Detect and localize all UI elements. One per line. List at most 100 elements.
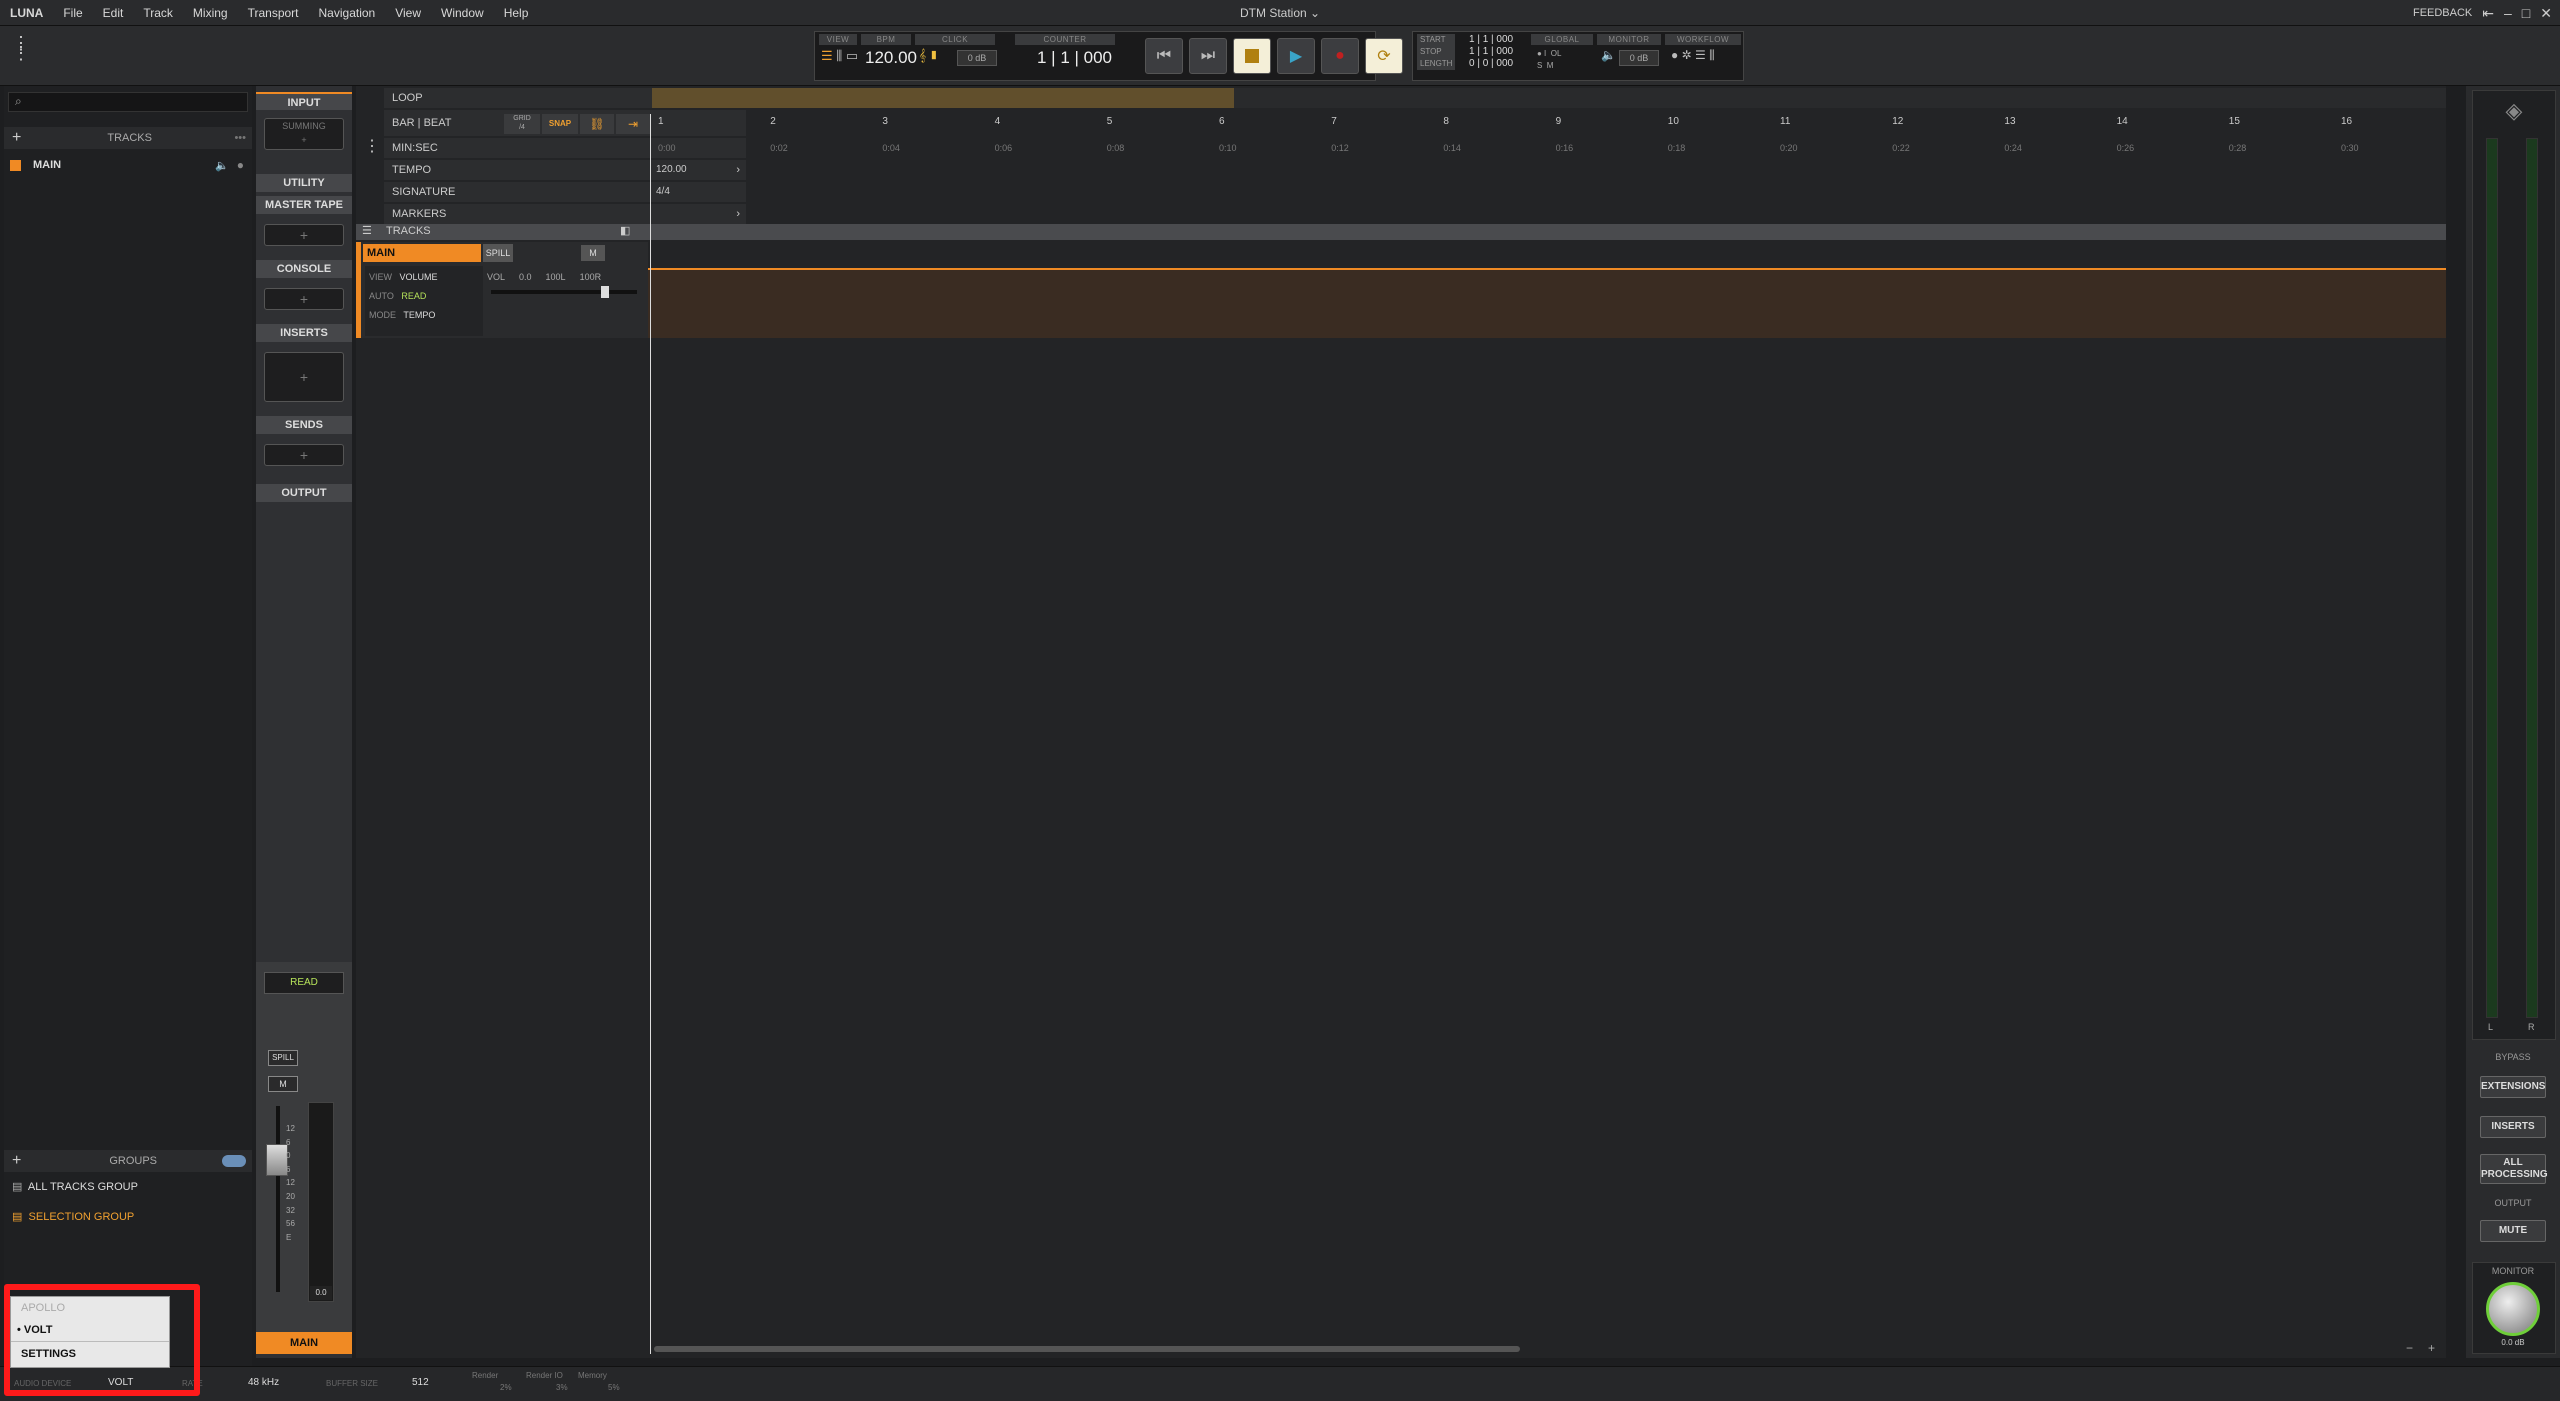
menu-transport[interactable]: Transport <box>238 0 309 26</box>
menu-mixing[interactable]: Mixing <box>183 0 238 26</box>
chevron-right-icon[interactable]: › <box>736 160 740 180</box>
track-mute-button[interactable]: M <box>581 245 605 261</box>
strip-name[interactable]: MAIN <box>256 1332 352 1354</box>
console-section[interactable]: CONSOLE <box>256 260 352 278</box>
play-button[interactable]: ▶ <box>1277 38 1315 74</box>
vol-value[interactable]: 0.0 <box>519 272 532 282</box>
track-name[interactable]: MAIN <box>363 244 481 262</box>
workflow-icons[interactable]: ● ✲ ☰ ⫼ <box>1671 48 1715 63</box>
window-title[interactable]: DTM Station ⌄ <box>1240 0 1320 26</box>
more-icon[interactable]: ••• <box>234 132 246 144</box>
global-controls[interactable]: ● I OL S M <box>1537 48 1561 72</box>
volume-slider-handle[interactable] <box>601 286 609 298</box>
length-value[interactable]: 0 | 0 | 000 <box>1469 58 1513 70</box>
menu-edit[interactable]: Edit <box>93 0 134 26</box>
track-lane[interactable] <box>648 270 2446 338</box>
output-section[interactable]: OUTPUT <box>256 484 352 502</box>
strip-mute-button[interactable]: M <box>268 1076 298 1092</box>
tracks-layout-icon[interactable]: ◧ <box>620 224 630 237</box>
track-list-item[interactable]: MAIN 🔈 ● <box>10 157 248 173</box>
menu-track[interactable]: Track <box>133 0 183 26</box>
fader-track <box>276 1106 280 1292</box>
minsec-ruler[interactable]: 0:00 0:02 0:04 0:06 0:08 0:10 0:12 0:14 0:16 0:18… <box>652 138 2446 158</box>
input-section[interactable]: INPUT <box>256 92 352 110</box>
minimize-icon[interactable]: – <box>2504 0 2512 26</box>
record-arm-icon[interactable]: ● <box>237 158 244 172</box>
volume-slider[interactable] <box>491 290 637 294</box>
pan-left[interactable]: 100L <box>546 272 566 282</box>
bypass-extensions-button[interactable]: EXTENSIONS <box>2480 1076 2546 1098</box>
ruler-options-icon[interactable]: ⋮ <box>364 136 380 156</box>
view-value[interactable]: VOLUME <box>400 272 438 282</box>
strip-spill-button[interactable]: SPILL <box>268 1050 298 1066</box>
loop-button[interactable]: ⟳ <box>1365 38 1403 74</box>
speaker-icon[interactable]: 🔈 <box>1601 48 1616 62</box>
menu-luna[interactable]: LUNA <box>0 0 53 26</box>
track-header[interactable]: MAIN SPILL M VIEW VOLUME AUTO READ MODE … <box>356 242 648 338</box>
summing-slot[interactable]: SUMMING + <box>264 118 344 150</box>
grid-button[interactable]: GRID/4 <box>504 114 540 134</box>
monitor-volume[interactable]: 0 dB <box>1619 50 1659 66</box>
menu-view[interactable]: View <box>385 0 431 26</box>
utility-section[interactable]: UTILITY <box>256 174 352 192</box>
maximize-icon[interactable]: □ <box>2522 0 2530 26</box>
record-button[interactable]: ● <box>1321 38 1359 74</box>
mode-value[interactable]: TEMPO <box>403 310 435 320</box>
master-tape-section[interactable]: MASTER TAPE <box>256 196 352 214</box>
bar-ruler[interactable]: 1 2 3 4 5 6 7 8 9 10 11 12 13 14 15 16 <box>652 110 2446 136</box>
monitor-knob[interactable] <box>2486 1282 2540 1336</box>
menu-window[interactable]: Window <box>431 0 494 26</box>
chevron-right-icon[interactable]: › <box>736 204 740 224</box>
follow-icon[interactable]: ⇥ <box>616 114 650 134</box>
add-group-icon[interactable]: + <box>12 1152 21 1170</box>
zoom-out-icon[interactable]: − <box>2406 1341 2413 1355</box>
menu-file[interactable]: File <box>53 0 92 26</box>
sends-section[interactable]: SENDS <box>256 416 352 434</box>
tracks-menu-icon[interactable]: ☰ <box>362 224 372 237</box>
forward-button[interactable]: ⏭ <box>1189 38 1227 74</box>
snap-button[interactable]: SNAP <box>542 114 578 134</box>
track-spill-button[interactable]: SPILL <box>483 244 513 262</box>
sends-slot[interactable]: + <box>264 444 344 466</box>
close-icon[interactable]: ✕ <box>2540 0 2552 26</box>
inserts-slot[interactable]: + <box>264 352 344 402</box>
search-input[interactable]: ⌕ <box>8 92 248 112</box>
counter-value[interactable]: 1 | 1 | 000 <box>1037 48 1112 68</box>
fader-handle[interactable] <box>266 1144 288 1176</box>
group-all-tracks[interactable]: ▤ ALL TRACKS GROUP <box>12 1180 138 1193</box>
output-mute-button[interactable]: MUTE <box>2480 1220 2546 1242</box>
view-icons[interactable]: ☰ ⫼ ▭ <box>821 48 858 64</box>
signature-value[interactable]: 4/4 <box>656 186 670 197</box>
stop-value[interactable]: 1 | 1 | 000 <box>1469 46 1513 58</box>
automation-mode[interactable]: READ <box>264 972 344 994</box>
add-track-icon[interactable]: + <box>12 129 21 147</box>
groups-toggle[interactable] <box>222 1155 246 1167</box>
buffer-value[interactable]: 512 <box>412 1377 429 1388</box>
bpm-value[interactable]: 120.00 <box>865 48 917 68</box>
start-value[interactable]: 1 | 1 | 000 <box>1469 34 1513 46</box>
drag-handle-icon[interactable]: ⋮ ⋮ <box>12 34 30 72</box>
menu-help[interactable]: Help <box>494 0 539 26</box>
bypass-inserts-button[interactable]: INSERTS <box>2480 1116 2546 1138</box>
stop-button[interactable] <box>1233 38 1271 74</box>
rewind-button[interactable]: ⏮ <box>1145 38 1183 74</box>
bypass-all-processing-button[interactable]: ALL PROCESSING <box>2480 1154 2548 1184</box>
auto-value[interactable]: READ <box>401 291 426 301</box>
tempo-value[interactable]: 120.00 <box>656 164 687 175</box>
link-icon[interactable]: ⛓ <box>580 114 614 134</box>
click-volume[interactable]: 0 dB <box>957 50 997 66</box>
fader-value[interactable]: 0.0 <box>310 1286 332 1300</box>
inserts-section[interactable]: INSERTS <box>256 324 352 342</box>
zoom-in-icon[interactable]: + <box>2428 1341 2435 1355</box>
rate-value[interactable]: 48 kHz <box>248 1377 279 1388</box>
group-selection[interactable]: ▤ SELECTION GROUP <box>12 1210 134 1223</box>
menu-navigation[interactable]: Navigation <box>309 0 386 26</box>
console-slot[interactable]: + <box>264 288 344 310</box>
horizontal-scrollbar[interactable] <box>654 1346 1520 1352</box>
click-icon[interactable]: 𝄞 ▮ <box>919 48 939 63</box>
pan-right[interactable]: 100R <box>580 272 602 282</box>
feedback-button[interactable]: FEEDBACK <box>2413 0 2472 26</box>
playhead[interactable] <box>650 114 651 1354</box>
master-tape-slot[interactable]: + <box>264 224 344 246</box>
speaker-icon[interactable]: 🔈 <box>215 159 229 172</box>
